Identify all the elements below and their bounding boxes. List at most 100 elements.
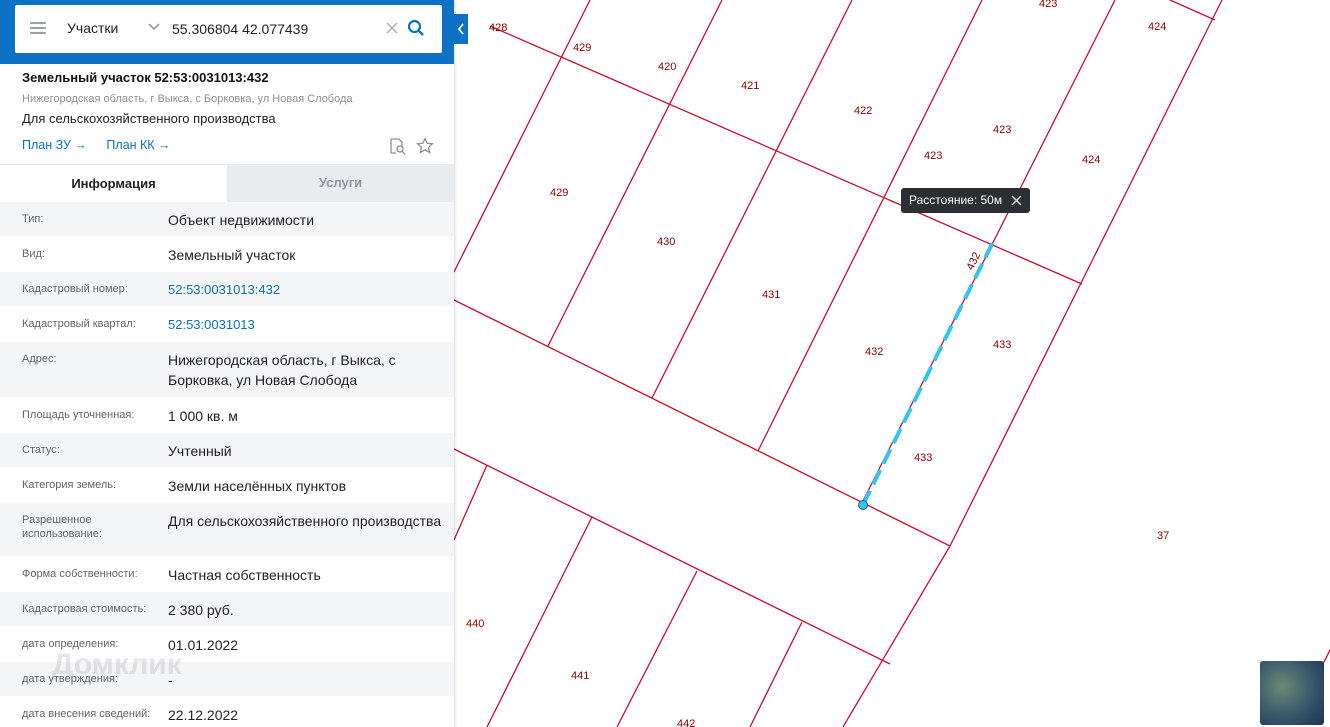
parcel-label: 421 bbox=[741, 80, 759, 92]
info-row: Кадастровая стоимость: 2 380 руб. bbox=[0, 592, 454, 627]
parcel-label: 423 bbox=[1039, 0, 1057, 10]
parcel-boundary bbox=[453, 0, 591, 273]
info-value: Учтенный bbox=[168, 443, 232, 459]
parcel-label: 441 bbox=[571, 670, 589, 682]
tab-information[interactable]: Информация bbox=[0, 164, 227, 203]
info-key: Вид: bbox=[22, 248, 45, 260]
parcel-label: 423 bbox=[924, 150, 942, 162]
info-row: Разрешенное использование: Для сельскохо… bbox=[0, 503, 454, 557]
info-row: Адрес: Нижегородская область, г Выкса, с… bbox=[0, 342, 454, 398]
info-value: 22.12.2022 bbox=[168, 707, 239, 723]
info-value: Земельный участок bbox=[168, 247, 296, 263]
parcel-label: 431 bbox=[762, 289, 780, 301]
info-row: Тип: Объект недвижимости bbox=[0, 202, 454, 237]
info-value: Земли населённых пунктов bbox=[168, 478, 347, 494]
parcel-label: 429 bbox=[573, 42, 591, 54]
parcel-labels: 428 429 420 421 422 423 424 423 424 423 … bbox=[466, 0, 1169, 727]
parcel-label: 442 bbox=[677, 718, 695, 727]
parcel-boundary bbox=[453, 299, 951, 547]
collapse-panel-button[interactable] bbox=[454, 14, 468, 44]
parcel-boundary bbox=[842, 545, 951, 727]
parcel-boundaries bbox=[453, 0, 1330, 727]
parcel-label: 422 bbox=[854, 105, 872, 117]
info-value: Объект недвижимости bbox=[168, 212, 315, 228]
parcel-label: 433 bbox=[993, 339, 1011, 351]
info-row: Форма собственности: Частная собственнос… bbox=[0, 557, 454, 592]
parcel-label: 429 bbox=[550, 187, 568, 199]
parcel-label: 432 bbox=[865, 346, 883, 358]
info-key: Кадастровый квартал: bbox=[22, 318, 136, 330]
tab-services[interactable]: Услуги bbox=[227, 164, 454, 202]
info-key: Тип: bbox=[22, 213, 44, 225]
clear-icon[interactable] bbox=[385, 21, 399, 35]
plan-links: План ЗУ → План КК → bbox=[22, 138, 187, 152]
parcel-purpose: Для сельскохозяйственного производства bbox=[22, 111, 276, 126]
search-bar: Участки bbox=[0, 0, 454, 64]
info-value: Частная собственность bbox=[168, 567, 321, 583]
tab-bar: Информация Услуги bbox=[0, 164, 454, 203]
cadastral-number-link[interactable]: 52:53:0031013:432 bbox=[168, 272, 454, 306]
info-value: Для сельскохозяйственного производства bbox=[168, 513, 442, 529]
parcel-boundary bbox=[749, 621, 803, 727]
info-key: дата внесения сведений: bbox=[22, 708, 151, 720]
chevron-down-icon[interactable] bbox=[148, 22, 160, 32]
parcel-label: 420 bbox=[658, 61, 676, 73]
parcel-boundary bbox=[486, 516, 593, 727]
parcel-boundary bbox=[453, 448, 891, 665]
layer-select[interactable]: Участки bbox=[67, 20, 118, 36]
search-icon[interactable] bbox=[407, 19, 425, 37]
parcel-label: 428 bbox=[489, 22, 507, 34]
search-input[interactable] bbox=[172, 18, 382, 40]
info-value: Нижегородская область, г Выкса, с Борков… bbox=[168, 352, 396, 388]
info-value: 1 000 кв. м bbox=[168, 408, 238, 424]
info-key: Кадастровая стоимость: bbox=[22, 603, 147, 615]
parcel-label: 423 bbox=[993, 124, 1011, 136]
parcel-header: Земельный участок 52:53:0031013:432 Ниже… bbox=[22, 70, 442, 126]
parcel-boundary bbox=[651, 0, 853, 399]
parcel-boundary bbox=[616, 570, 698, 727]
parcel-label: 37 bbox=[1157, 530, 1169, 542]
info-row: Кадастровый номер: 52:53:0031013:432 bbox=[0, 272, 454, 307]
info-key: Адрес: bbox=[22, 353, 57, 365]
measure-start-point bbox=[858, 500, 868, 510]
distance-tooltip: Расстояние: 50м bbox=[901, 188, 1031, 213]
parcel-address: Нижегородская область, г Выкса, с Борков… bbox=[22, 93, 353, 105]
domclick-watermark: Домклик bbox=[52, 648, 182, 681]
info-key: Категория земель: bbox=[22, 479, 117, 491]
chevron-left-icon bbox=[457, 23, 464, 35]
info-key: Площадь уточненная: bbox=[22, 409, 135, 421]
info-key: Форма собственности: bbox=[22, 568, 138, 580]
info-row: Площадь уточненная: 1 000 кв. м bbox=[0, 398, 454, 433]
parcel-label: 440 bbox=[466, 618, 484, 630]
plan-kk-link[interactable]: План КК → bbox=[106, 138, 170, 152]
star-icon[interactable] bbox=[416, 137, 434, 155]
distance-value: Расстояние: 50м bbox=[909, 193, 1003, 207]
info-key: Кадастровый номер: bbox=[22, 283, 128, 295]
search-box: Участки bbox=[15, 5, 442, 53]
parcel-label: 424 bbox=[1148, 21, 1166, 33]
info-row: дата внесения сведений: 22.12.2022 bbox=[0, 697, 454, 727]
parcel-label: 424 bbox=[1082, 154, 1100, 166]
close-icon[interactable] bbox=[1011, 195, 1022, 206]
info-row: Вид: Земельный участок bbox=[0, 237, 454, 272]
parcel-label: 430 bbox=[657, 236, 675, 248]
info-row: Категория земель: Земли населённых пункт… bbox=[0, 468, 454, 503]
satellite-layer-toggle[interactable] bbox=[1260, 661, 1324, 725]
info-value: 2 380 руб. bbox=[168, 602, 234, 618]
info-row: Статус: Учтенный bbox=[0, 433, 454, 468]
info-value: - bbox=[168, 672, 173, 688]
info-row: Кадастровый квартал: 52:53:0031013 bbox=[0, 307, 454, 342]
parcel-title: Земельный участок 52:53:0031013:432 bbox=[22, 70, 269, 85]
plan-zu-link[interactable]: План ЗУ → bbox=[22, 138, 87, 152]
info-key: Разрешенное использование: bbox=[22, 514, 102, 540]
cadastral-quarter-link[interactable]: 52:53:0031013 bbox=[168, 307, 454, 341]
info-value: 01.01.2022 bbox=[168, 637, 239, 653]
document-search-icon[interactable] bbox=[388, 137, 406, 155]
info-panel: Участки Земельный участок 52:53:0031013:… bbox=[0, 0, 454, 727]
parcel-boundary bbox=[453, 464, 488, 541]
info-key: Статус: bbox=[22, 444, 60, 456]
menu-icon[interactable] bbox=[30, 22, 46, 34]
parcel-label: 433 bbox=[914, 452, 932, 464]
parcel-boundary bbox=[949, 0, 1223, 547]
parcel-boundary bbox=[1169, 0, 1216, 21]
